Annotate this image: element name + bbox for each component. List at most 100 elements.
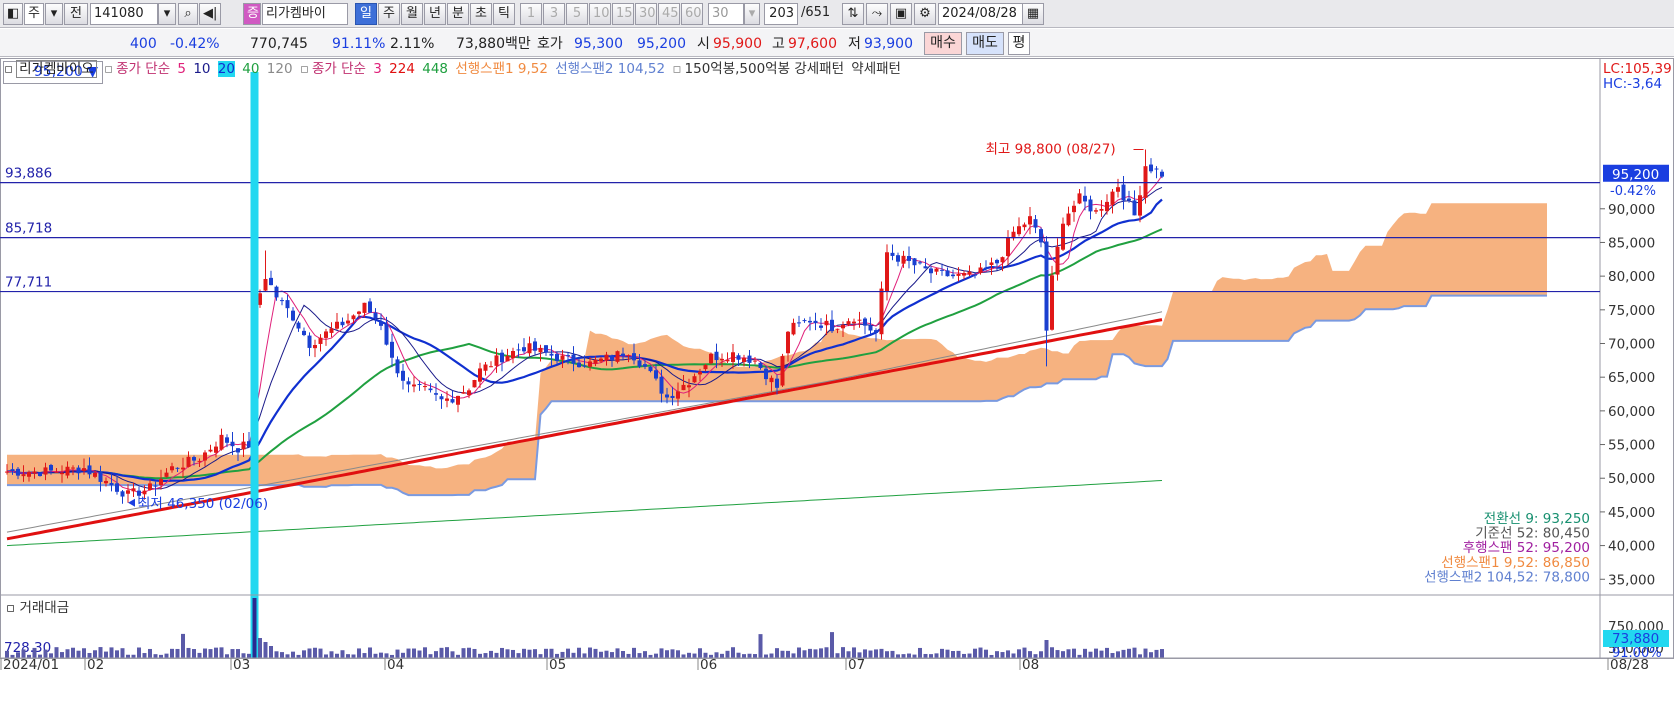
period-select[interactable]: 주: [24, 3, 44, 25]
ma20-line: [6, 198, 1163, 482]
tab-minute[interactable]: 분: [447, 3, 469, 25]
volume-bar: [104, 651, 108, 658]
candle-body: [1072, 205, 1076, 213]
volume-bar: [813, 649, 818, 658]
candle-body: [758, 362, 763, 368]
minute-45[interactable]: 45: [658, 3, 680, 25]
volume-bar: [868, 650, 873, 658]
eval-button[interactable]: 평: [1008, 32, 1030, 55]
legend-ma2-label[interactable]: 종가 단순: [312, 61, 366, 77]
count-input[interactable]: 203: [764, 3, 798, 25]
candle-body: [32, 471, 37, 474]
candle-body: [445, 398, 449, 401]
minute-60[interactable]: 60: [681, 3, 703, 25]
volume-bar: [1132, 647, 1137, 658]
candle-body: [1149, 164, 1153, 172]
volume-bar: [120, 648, 125, 658]
volume-bar: [681, 654, 686, 658]
candle-body: [824, 320, 829, 326]
candle-body: [934, 268, 939, 272]
volume-bar: [610, 652, 614, 658]
volume-bar: [923, 653, 928, 658]
candle-body: [384, 324, 389, 345]
candle-body: [901, 255, 906, 264]
stock-code-input[interactable]: 141080: [90, 3, 158, 25]
candle-body: [87, 465, 92, 475]
volume-bar: [417, 650, 422, 658]
gear-icon[interactable]: ⚙: [914, 3, 936, 25]
chevron-down-icon[interactable]: ▾: [45, 3, 63, 25]
volume-bar: [742, 654, 746, 658]
minute-select[interactable]: 30: [708, 3, 744, 25]
chevron-down-icon[interactable]: ▾: [158, 3, 176, 25]
xtick-label: 03: [233, 657, 250, 673]
minute-1[interactable]: 1: [520, 3, 542, 25]
toolbar: ◧ 주 ▾ 전 141080 ▾ ⌕ ◀| 증 리가켐바이 일 주 월 년 분 …: [0, 0, 1674, 28]
legend-stock-name[interactable]: 리가켐바이오: [16, 60, 97, 78]
calendar-icon[interactable]: ▦: [1022, 3, 1044, 25]
tab-second[interactable]: 초: [470, 3, 492, 25]
buy-button[interactable]: 매수: [924, 32, 962, 55]
legend-box-icon: ▫: [672, 61, 682, 77]
search-icon[interactable]: ⌕: [178, 3, 198, 25]
minute-30[interactable]: 30: [635, 3, 657, 25]
legend-ma1-label[interactable]: 종가 단순: [116, 61, 170, 77]
candle-body: [417, 383, 422, 385]
tab-month[interactable]: 월: [401, 3, 423, 25]
volume-bar: [599, 651, 603, 658]
reference-line-label: 77,711: [5, 275, 52, 291]
open-price: 95,900: [713, 36, 762, 52]
volume-bar: [115, 650, 119, 658]
volume-bar: [945, 649, 950, 658]
candle-body: [1044, 241, 1049, 331]
volume-bar: [538, 654, 543, 658]
volume-bar: [478, 653, 482, 658]
tab-week[interactable]: 주: [378, 3, 400, 25]
ma448-line: [6, 480, 1163, 547]
chevron-down-icon[interactable]: ▾: [744, 3, 760, 25]
minute-3[interactable]: 3: [543, 3, 565, 25]
trend-icon[interactable]: ⤳: [866, 3, 888, 25]
volume-bar: [874, 649, 878, 658]
compare-icon[interactable]: ⇅: [842, 3, 864, 25]
candle-body: [1050, 275, 1054, 330]
volume-bar: [956, 650, 961, 658]
indicator-readout: 선행스팬2 104,52: 78,800: [1424, 569, 1590, 585]
candle-body: [588, 361, 592, 367]
tab-day[interactable]: 일: [355, 3, 377, 25]
candle-body: [230, 441, 235, 447]
candle-body: [318, 337, 323, 344]
tab-tick[interactable]: 틱: [493, 3, 515, 25]
legend-patterns[interactable]: 150억봉,500억봉 강세패턴: [685, 61, 844, 77]
volume-bar: [637, 653, 642, 658]
ytick-label: 55,000: [1608, 438, 1655, 454]
price-chart[interactable]: 93,886 85,718 77,711 최고 98,800 (08/27) 최저 46…: [0, 58, 1674, 718]
cursor-line: [250, 72, 259, 658]
candle-body: [1110, 191, 1115, 205]
sell-button[interactable]: 매도: [966, 32, 1004, 55]
volume-bar: [192, 649, 196, 658]
speaker-icon[interactable]: ◀|: [199, 3, 221, 25]
chart-menu-icon[interactable]: ◧: [3, 3, 23, 25]
date-input[interactable]: 2024/08/28: [938, 3, 1024, 25]
candle-body: [1088, 199, 1093, 212]
prev-button[interactable]: 전: [64, 3, 88, 25]
volume-value: 770,745: [250, 36, 308, 52]
open-label: 시: [697, 36, 710, 52]
minute-15[interactable]: 15: [612, 3, 634, 25]
candle-body: [978, 267, 983, 273]
volume-bar: [285, 654, 290, 658]
candle-body: [989, 262, 994, 265]
candle-body: [197, 460, 202, 462]
minute-10[interactable]: 10: [589, 3, 611, 25]
volume-bar: [175, 648, 180, 658]
candle-body: [527, 343, 532, 354]
save-icon[interactable]: ▣: [890, 3, 912, 25]
candle-body: [593, 359, 598, 364]
minute-5[interactable]: 5: [566, 3, 588, 25]
candle-body: [1061, 223, 1065, 250]
tab-year[interactable]: 년: [424, 3, 446, 25]
volume-bar: [621, 650, 625, 658]
ytick-label: 50,000: [1608, 471, 1655, 487]
volume-bar: [918, 647, 922, 658]
